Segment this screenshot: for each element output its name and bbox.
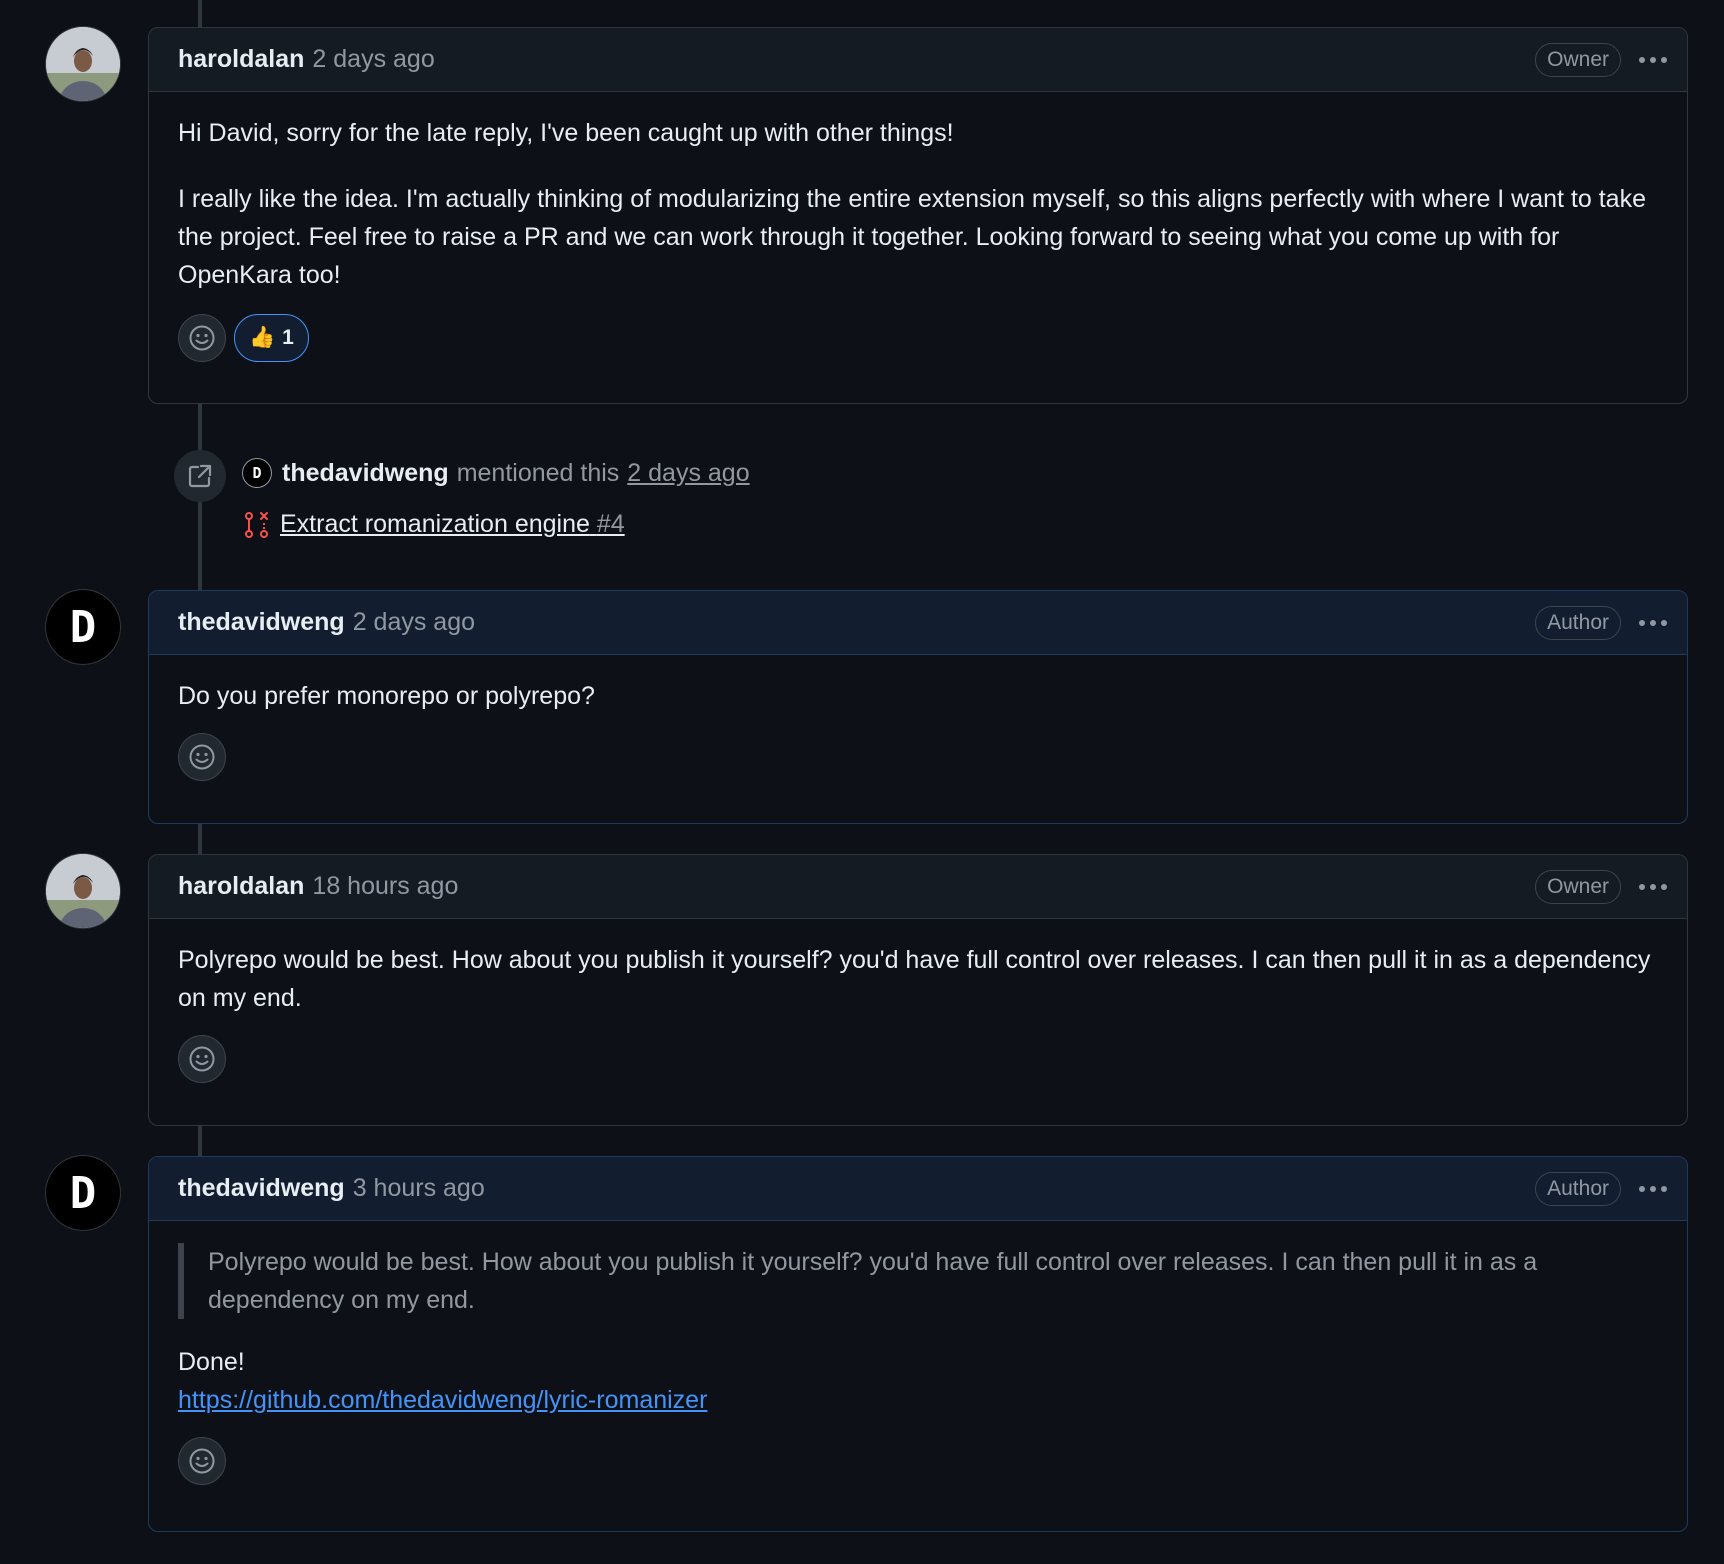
- reactions-bar: [178, 1437, 1658, 1485]
- comment-paragraph: Polyrepo would be best. How about you pu…: [178, 946, 1651, 1012]
- comment-author[interactable]: thedavidweng: [178, 1174, 345, 1203]
- issue-timeline: haroldalan 2 days ago Owner Hi David, so…: [0, 0, 1724, 1564]
- mention-timestamp[interactable]: 2 days ago: [627, 459, 749, 488]
- smiley-icon: [189, 744, 215, 770]
- comment: haroldalan 18 hours ago Owner Polyrepo w…: [148, 854, 1688, 1126]
- comment-body: Do you prefer monorepo or polyrepo?: [149, 655, 1687, 807]
- comment-paragraph: Hi David, sorry for the late reply, I've…: [178, 119, 954, 147]
- add-reaction-button[interactable]: [178, 1035, 226, 1083]
- kebab-menu-icon[interactable]: [1635, 1174, 1671, 1204]
- comment-author[interactable]: haroldalan: [178, 872, 304, 901]
- avatar-letter: D: [252, 464, 262, 482]
- thumbs-up-reaction-button[interactable]: 👍 1: [234, 314, 309, 362]
- mention-pr-ref: Extract romanization engine #4: [242, 510, 625, 539]
- avatar[interactable]: D: [46, 590, 120, 664]
- role-badge: Author: [1535, 605, 1621, 640]
- comment: haroldalan 2 days ago Owner Hi David, so…: [148, 27, 1688, 404]
- role-badge: Owner: [1535, 42, 1621, 77]
- add-reaction-button[interactable]: [178, 1437, 226, 1485]
- comment-header: haroldalan 18 hours ago Owner: [149, 855, 1687, 919]
- blockquote: Polyrepo would be best. How about you pu…: [178, 1243, 1658, 1319]
- role-badge: Owner: [1535, 869, 1621, 904]
- kebab-menu-icon[interactable]: [1635, 608, 1671, 638]
- comment-body: Hi David, sorry for the late reply, I've…: [149, 92, 1687, 388]
- comment-paragraph: Do you prefer monorepo or polyrepo?: [178, 682, 595, 710]
- pr-title-link[interactable]: Extract romanization engine #4: [280, 510, 625, 539]
- comment-timestamp[interactable]: 3 hours ago: [353, 1174, 485, 1203]
- comment-text: Done!: [178, 1348, 245, 1376]
- smiley-icon: [189, 325, 215, 351]
- add-reaction-button[interactable]: [178, 314, 226, 362]
- git-pull-request-closed-icon: [245, 511, 268, 538]
- comment-timestamp[interactable]: 2 days ago: [353, 608, 475, 637]
- pr-number: #4: [596, 510, 625, 538]
- smiley-icon: [189, 1046, 215, 1072]
- comment-header: thedavidweng 2 days ago Author: [149, 591, 1687, 655]
- comment: thedavidweng 3 hours ago Author Polyrepo…: [148, 1156, 1688, 1532]
- smiley-icon: [189, 1448, 215, 1474]
- comment-body: Polyrepo would be best. How about you pu…: [149, 1221, 1687, 1511]
- timeline-line: [198, 0, 202, 28]
- comment-header: thedavidweng 3 hours ago Author: [149, 1157, 1687, 1221]
- pr-title: Extract romanization engine: [280, 510, 590, 538]
- repo-link[interactable]: https://github.com/thedavidweng/lyric-ro…: [178, 1386, 707, 1414]
- comment-timestamp[interactable]: 18 hours ago: [312, 872, 458, 901]
- avatar-letter: D: [69, 1167, 97, 1219]
- reactions-bar: [178, 1035, 1658, 1083]
- mini-avatar[interactable]: D: [242, 458, 272, 488]
- kebab-menu-icon[interactable]: [1635, 872, 1671, 902]
- user-photo-icon: [46, 27, 120, 101]
- avatar[interactable]: D: [46, 1156, 120, 1230]
- avatar[interactable]: [46, 854, 120, 928]
- cross-reference-icon: [174, 450, 226, 502]
- comment-author[interactable]: haroldalan: [178, 45, 304, 74]
- reactions-bar: [178, 733, 1658, 781]
- comment-author[interactable]: thedavidweng: [178, 608, 345, 637]
- mention-action: mentioned this: [456, 458, 620, 487]
- mention-event-header: D thedavidweng mentioned this 2 days ago: [242, 458, 750, 488]
- comment-timestamp[interactable]: 2 days ago: [312, 45, 434, 74]
- avatar[interactable]: [46, 27, 120, 101]
- avatar-letter: D: [69, 601, 97, 653]
- timeline-line: [198, 824, 202, 856]
- thumbs-up-icon: 👍: [249, 326, 276, 349]
- reactions-bar: 👍 1: [178, 314, 1658, 362]
- timeline-line: [198, 1126, 202, 1158]
- user-photo-icon: [46, 854, 120, 928]
- add-reaction-button[interactable]: [178, 733, 226, 781]
- role-badge: Author: [1535, 1171, 1621, 1206]
- mention-user[interactable]: thedavidweng: [282, 459, 449, 488]
- comment-body: Polyrepo would be best. How about you pu…: [149, 919, 1687, 1109]
- reaction-count: 1: [282, 326, 294, 349]
- mention-event: D thedavidweng mentioned this 2 days ago…: [174, 450, 1674, 560]
- comment: thedavidweng 2 days ago Author Do you pr…: [148, 590, 1688, 824]
- comment-paragraph: I really like the idea. I'm actually thi…: [178, 185, 1646, 289]
- comment-header: haroldalan 2 days ago Owner: [149, 28, 1687, 92]
- kebab-menu-icon[interactable]: [1635, 45, 1671, 75]
